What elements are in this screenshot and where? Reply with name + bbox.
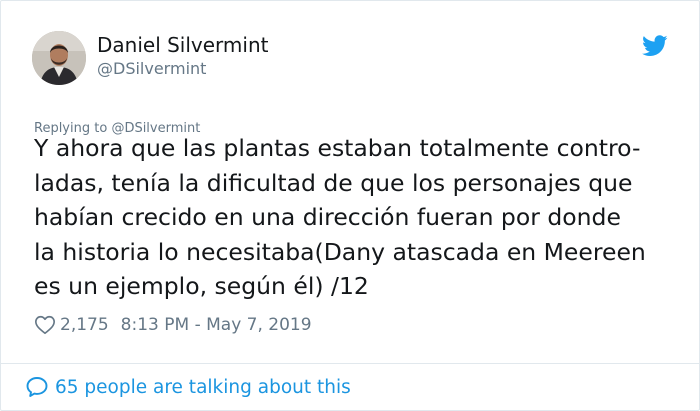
talking-about-text: 65 people are talking about this (55, 376, 351, 398)
tweet-text: Y ahora que las plantas estaban totalmen… (34, 134, 646, 300)
tweet-meta: 2,175 8:13 PM - May 7, 2019 (34, 313, 312, 337)
author-display-name[interactable]: Daniel Silvermint (97, 33, 268, 57)
author-handle[interactable]: @DSilvermint (97, 59, 206, 78)
twitter-bird-icon[interactable] (642, 35, 668, 57)
user-avatar-photo-icon (32, 31, 86, 85)
speech-bubble-icon (26, 377, 48, 397)
talking-about-link[interactable]: 65 people are talking about this (25, 374, 351, 400)
tweet-timestamp[interactable]: 8:13 PM - May 7, 2019 (121, 315, 312, 335)
like-count[interactable]: 2,175 (60, 315, 109, 335)
author-avatar[interactable] (32, 31, 86, 85)
footer-divider (1, 363, 699, 364)
tweet-card: Daniel Silvermint @DSilvermint Replying … (0, 0, 700, 411)
heart-icon[interactable] (34, 314, 56, 336)
